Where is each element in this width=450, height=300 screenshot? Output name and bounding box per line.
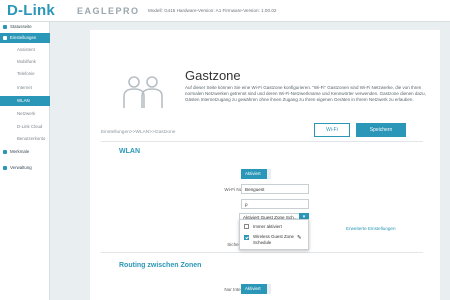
internet-only-toggle[interactable]: Aktiviert: [241, 284, 271, 294]
sidebar-item-settings[interactable]: Einstellungen: [0, 33, 50, 43]
option-label: Wireless Guest Zone Schedule: [253, 234, 294, 245]
sidebar-item-internet[interactable]: Internet: [0, 83, 50, 93]
page-title: Gastzone: [185, 68, 241, 83]
sidebar-item-cloud[interactable]: D-Link Cloud: [0, 122, 50, 132]
sidebar-item-label: Assistent: [17, 47, 35, 52]
home-icon: [3, 25, 7, 29]
option-label: Immer aktiviert: [253, 224, 282, 229]
wlan-section-title: WLAN: [119, 148, 140, 155]
sidebar-item-label: Telefonie: [17, 71, 35, 76]
sidebar-item-features[interactable]: Merkmale: [0, 147, 50, 157]
sidebar-item-label: Mobilfunk: [17, 59, 36, 64]
breadcrumb: Einstellungen>>WLAN>>Gastzone: [101, 130, 176, 135]
sidebar-item-label: WLAN: [17, 98, 30, 103]
divider: [101, 141, 423, 142]
checkbox[interactable]: [244, 235, 249, 240]
sidebar-item-status[interactable]: Statusseite: [0, 22, 50, 32]
sidebar-item-label: D-Link Cloud: [17, 124, 43, 129]
settings-icon: [3, 36, 7, 40]
management-icon: [3, 166, 7, 170]
sidebar-item-label: Internet: [17, 85, 32, 90]
sidebar-item-label: Verwaltung: [10, 165, 32, 170]
divider: [101, 252, 423, 253]
sidebar: Statusseite Einstellungen Assistent Mobi…: [0, 22, 50, 300]
top-header: D-Link EAGLEPRO Modell: G415 Hardware-Ve…: [0, 0, 450, 22]
sidebar-item-network[interactable]: Netzwerk: [0, 109, 50, 119]
sidebar-item-telephony[interactable]: Telefonie: [0, 69, 50, 79]
save-button[interactable]: Speichern: [356, 123, 406, 137]
sidebar-item-label: Netzwerk: [17, 111, 36, 116]
content-card: Gastzone Auf dieser Seite können Sie ein…: [90, 30, 440, 300]
sidebar-item-label: Merkmale: [10, 149, 30, 154]
sidebar-item-label: Statusseite: [10, 24, 32, 29]
sidebar-item-management[interactable]: Verwaltung: [0, 163, 50, 173]
sidebar-item-wlan[interactable]: WLAN: [0, 96, 50, 106]
sidebar-item-label: Benutzerkonto: [17, 136, 46, 141]
wifi-button[interactable]: Wi-Fi: [314, 123, 350, 137]
sidebar-item-mobile[interactable]: Mobilfunk: [0, 57, 50, 67]
dlink-logo[interactable]: D-Link: [7, 2, 55, 19]
sidebar-item-label: Einstellungen: [10, 35, 37, 40]
product-name: EAGLEPRO: [77, 6, 140, 16]
advanced-settings-link[interactable]: Erweiterte Einstellungen: [346, 226, 396, 231]
features-icon: [3, 150, 7, 154]
guests-icon: [123, 76, 163, 108]
ssid-input[interactable]: [241, 184, 309, 194]
sidebar-item-assistant[interactable]: Assistent: [0, 45, 50, 55]
zone-dropdown: Immer aktiviert Wireless Guest Zone Sche…: [239, 219, 309, 250]
page-description: Auf dieser Seite können Sie eine Wi-Fi G…: [185, 85, 426, 103]
checkbox[interactable]: [244, 224, 249, 229]
model-info: Modell: G415 Hardware-Version: A1 Firmwa…: [148, 8, 277, 13]
edit-icon[interactable]: ✎: [297, 235, 302, 241]
dropdown-option[interactable]: Wireless Guest Zone Schedule ✎: [240, 234, 308, 248]
routing-section-title: Routing zwischen Zonen: [119, 262, 202, 269]
sidebar-item-account[interactable]: Benutzerkonto: [0, 134, 50, 144]
status-toggle[interactable]: Aktiviert: [241, 169, 271, 179]
password-input[interactable]: [241, 199, 309, 209]
